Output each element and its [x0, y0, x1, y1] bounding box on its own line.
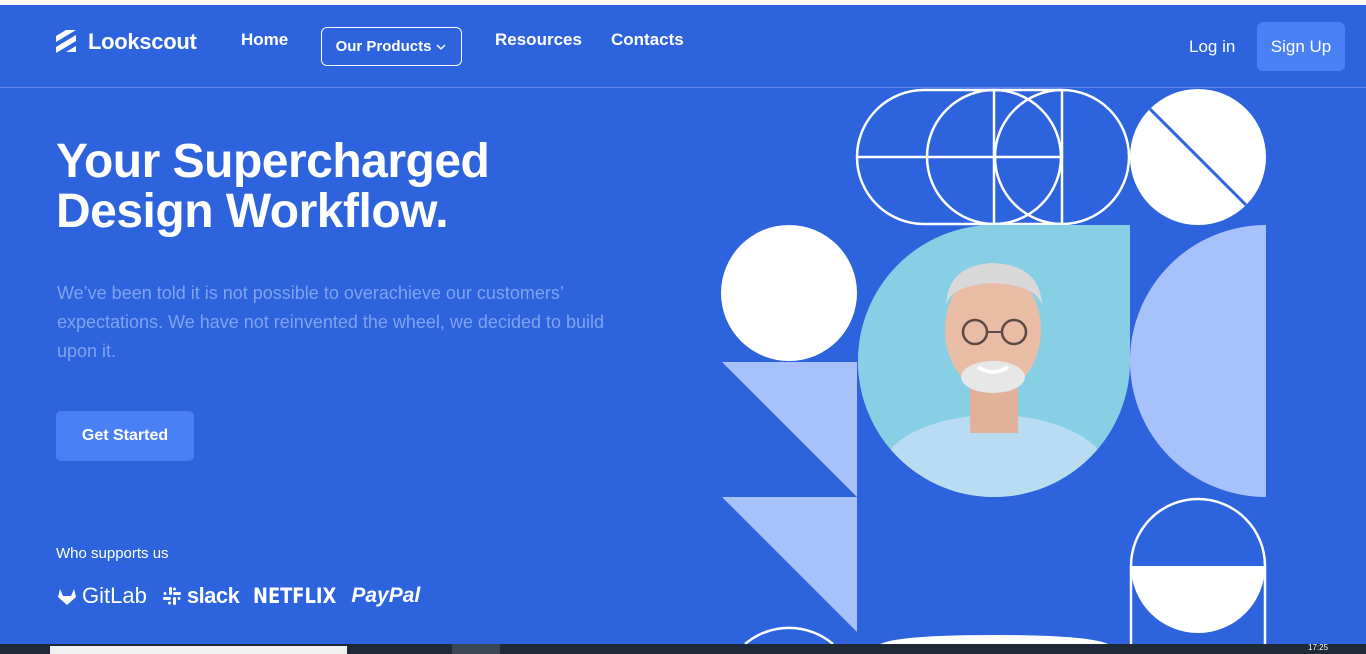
outlined-semicircle-bottom — [1129, 497, 1267, 644]
light-triangle-upper — [722, 362, 857, 497]
os-taskbar: 17:25 — [0, 644, 1366, 654]
taskbar-active-app[interactable] — [452, 644, 500, 654]
white-shape-bottom — [880, 635, 1108, 644]
light-triangle-lower — [722, 497, 857, 632]
outlined-arc-bottom-left — [744, 626, 834, 644]
portrait-photo — [858, 225, 1131, 497]
taskbar-clock: 17:25 — [1308, 643, 1329, 652]
light-half-circle-right — [1130, 225, 1266, 497]
white-circle-slashed — [1130, 89, 1266, 225]
taskbar-window-preview[interactable] — [50, 646, 347, 654]
landing-page: Lookscout Home Our Products Resources Co… — [0, 5, 1366, 644]
hero-illustration — [721, 88, 1267, 644]
outlined-circles-row — [855, 88, 1131, 226]
white-circle-left — [721, 225, 857, 361]
